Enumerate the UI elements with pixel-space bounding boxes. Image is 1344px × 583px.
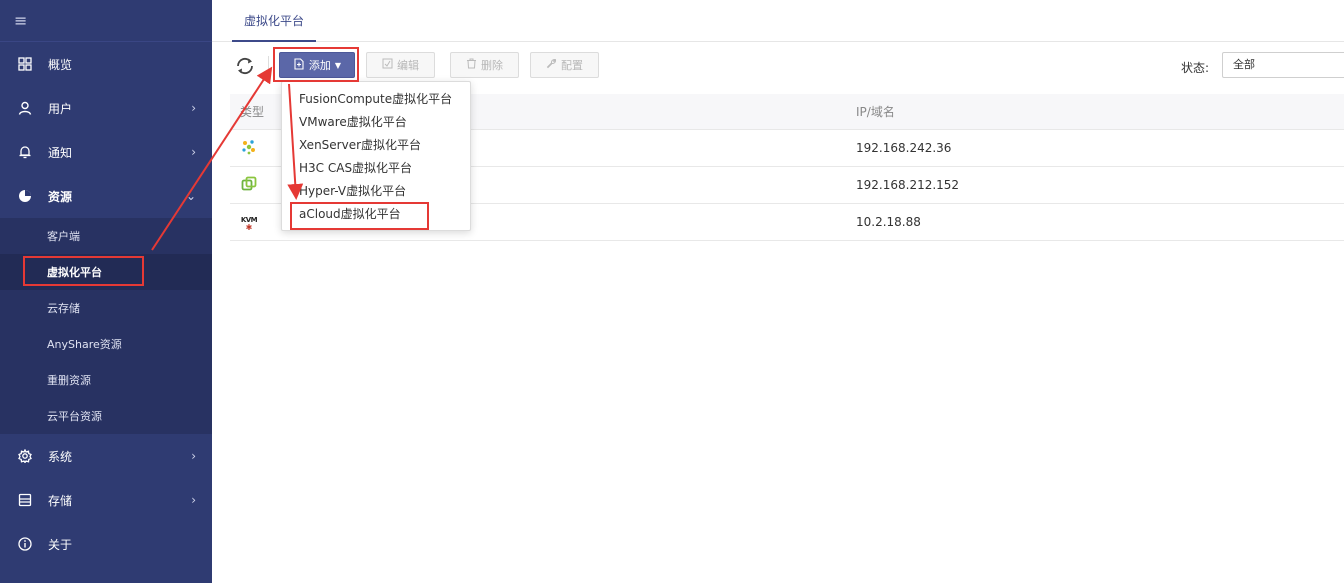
hamburger-icon[interactable]: ≡ xyxy=(14,11,27,30)
table-cell-ip: 10.2.18.88 xyxy=(856,215,921,229)
menu-item-acloud[interactable]: aCloud虚拟化平台 xyxy=(282,203,470,226)
menu-item-vmware[interactable]: VMware虚拟化平台 xyxy=(282,111,470,134)
submenu-item-anyshare[interactable]: AnyShare资源 xyxy=(0,326,212,362)
sidebar-item-resource[interactable]: 资源 ⌄ xyxy=(0,174,212,218)
add-button[interactable]: 添加 ▼ xyxy=(279,52,355,78)
sidebar-item-label: 概览 xyxy=(48,57,73,72)
sidebar-item-label: 用户 xyxy=(48,101,73,116)
gear-icon xyxy=(16,447,34,465)
storage-icon xyxy=(16,491,34,509)
caret-down-icon: ▼ xyxy=(334,60,342,70)
resource-submenu: 客户端 虚拟化平台 云存储 AnyShare资源 重删资源 云平台资源 xyxy=(0,218,212,434)
edit-icon xyxy=(382,58,393,72)
sidebar-item-label: 系统 xyxy=(48,449,73,464)
table-cell-ip: 192.168.212.152 xyxy=(856,178,960,192)
column-header-ip: IP/域名 xyxy=(856,105,895,119)
chevron-right-icon: › xyxy=(191,493,196,507)
toolbar: 添加 ▼ 编辑 删除 配置 状态: 全部 xyxy=(230,52,1344,80)
chevron-right-icon: › xyxy=(191,101,196,115)
submenu-item-client[interactable]: 客户端 xyxy=(0,218,212,254)
fusioncompute-icon xyxy=(240,138,258,156)
sidebar-item-label: 存储 xyxy=(48,493,73,508)
grid-icon xyxy=(16,55,34,73)
submenu-item-dedup[interactable]: 重删资源 xyxy=(0,362,212,398)
info-icon xyxy=(16,535,34,553)
config-button[interactable]: 配置 xyxy=(530,52,599,78)
delete-button-label: 删除 xyxy=(481,59,503,72)
delete-button[interactable]: 删除 xyxy=(450,52,519,78)
sidebar-item-label: 通知 xyxy=(48,145,73,160)
kvm-penguin-glyph: ✱ xyxy=(245,223,253,232)
sidebar-item-about[interactable]: 关于 xyxy=(0,522,212,566)
sidebar-item-label: 资源 xyxy=(48,189,73,204)
sidebar-item-system[interactable]: 系统 › xyxy=(0,434,212,478)
menu-item-fusioncompute[interactable]: FusionCompute虚拟化平台 xyxy=(282,88,470,111)
chevron-right-icon: › xyxy=(191,449,196,463)
resource-icon xyxy=(16,187,34,205)
menu-item-h3c-cas[interactable]: H3C CAS虚拟化平台 xyxy=(282,157,470,180)
submenu-item-cloud-storage[interactable]: 云存储 xyxy=(0,290,212,326)
table-cell-ip: 192.168.242.36 xyxy=(856,141,952,155)
sidebar-item-user[interactable]: 用户 › xyxy=(0,86,212,130)
menu-item-hyper-v[interactable]: Hyper-V虚拟化平台 xyxy=(282,180,470,203)
wrench-icon xyxy=(546,58,557,72)
sidebar-header: ≡ xyxy=(0,0,212,42)
add-button-label: 添加 xyxy=(308,59,331,72)
refresh-icon[interactable] xyxy=(234,55,256,77)
sidebar-item-notify[interactable]: 通知 › xyxy=(0,130,212,174)
add-file-icon xyxy=(293,57,305,73)
trash-icon xyxy=(466,58,477,72)
chevron-right-icon: › xyxy=(191,145,196,159)
submenu-item-virtualization[interactable]: 虚拟化平台 xyxy=(0,254,212,290)
user-icon xyxy=(16,99,34,117)
sidebar-item-storage[interactable]: 存储 › xyxy=(0,478,212,522)
toolbar-separator xyxy=(268,56,269,76)
submenu-item-cloud-platform[interactable]: 云平台资源 xyxy=(0,398,212,434)
add-dropdown-menu: FusionCompute虚拟化平台 VMware虚拟化平台 XenServer… xyxy=(281,81,471,231)
sidebar: ≡ 概览 用户 › 通知 › 资源 ⌄ 客户端 虚拟化平台 云存储 AnySha… xyxy=(0,0,212,583)
tab-bar: 虚拟化平台 xyxy=(212,0,1344,42)
edit-button[interactable]: 编辑 xyxy=(366,52,435,78)
vmware-icon xyxy=(240,175,258,193)
bell-icon xyxy=(16,143,34,161)
status-filter-select[interactable]: 全部 xyxy=(1222,52,1344,78)
edit-button-label: 编辑 xyxy=(397,59,419,72)
config-button-label: 配置 xyxy=(561,59,583,72)
menu-item-xenserver[interactable]: XenServer虚拟化平台 xyxy=(282,134,470,157)
kvm-icon: KVM ✱ xyxy=(240,215,258,233)
tab-virtualization[interactable]: 虚拟化平台 xyxy=(232,0,317,42)
status-filter-label: 状态: xyxy=(1180,61,1209,75)
chevron-down-icon: ⌄ xyxy=(185,189,196,203)
sidebar-item-overview[interactable]: 概览 xyxy=(0,42,212,86)
sidebar-item-label: 关于 xyxy=(48,537,73,552)
